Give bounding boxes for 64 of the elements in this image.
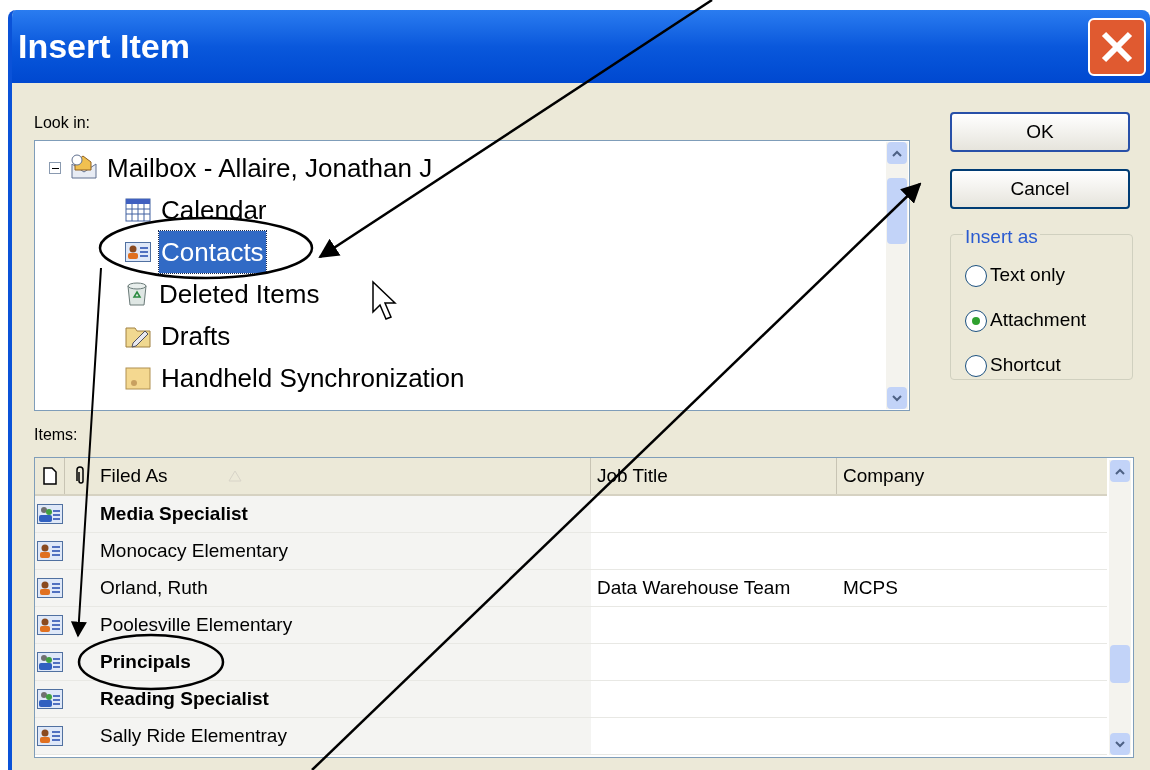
table-row[interactable]: Sally Ride Elementray bbox=[35, 718, 1107, 755]
group-card-icon bbox=[37, 504, 63, 524]
scroll-up-button[interactable] bbox=[887, 142, 907, 164]
dialog-button[interactable]: OK bbox=[950, 112, 1130, 152]
chevron-up-icon bbox=[1115, 467, 1125, 475]
table-cell-text: Poolesville Elementary bbox=[100, 612, 293, 637]
table-row[interactable]: Orland, Ruth Data Warehouse Team MCPS bbox=[35, 570, 1107, 607]
scroll-up-button[interactable] bbox=[1110, 460, 1130, 482]
radio-button[interactable] bbox=[965, 264, 987, 287]
table-cell-text: Media Specialist bbox=[100, 501, 248, 526]
table-cell-text: Principals bbox=[100, 649, 191, 674]
scroll-down-button[interactable] bbox=[887, 387, 907, 409]
document-icon bbox=[42, 467, 57, 485]
column-header[interactable]: Company bbox=[837, 458, 1107, 494]
table-cell-text: Reading Specialist bbox=[100, 686, 269, 711]
tree-item[interactable]: Drafts bbox=[159, 315, 233, 357]
contact-card-icon bbox=[37, 726, 63, 746]
radio-option[interactable]: Shortcut bbox=[965, 343, 1118, 388]
radio-option[interactable]: Attachment bbox=[965, 298, 1118, 343]
scroll-down-button[interactable] bbox=[1110, 733, 1130, 755]
trash-can-icon bbox=[125, 281, 149, 307]
close-button[interactable] bbox=[1088, 17, 1146, 76]
group-card-icon bbox=[37, 652, 63, 672]
chevron-down-icon bbox=[892, 394, 902, 402]
scroll-bar[interactable] bbox=[886, 142, 908, 409]
radio-option[interactable]: Text only bbox=[965, 253, 1118, 298]
items-label: Items: bbox=[34, 425, 79, 445]
table-row[interactable]: Principals bbox=[35, 644, 1107, 681]
contact-card-icon bbox=[37, 541, 63, 561]
radio-button[interactable] bbox=[965, 354, 987, 377]
tree-item[interactable]: Deleted Items bbox=[157, 273, 322, 315]
dialog-button[interactable]: Cancel bbox=[950, 169, 1130, 209]
tree-item[interactable]: Contacts bbox=[159, 231, 266, 273]
chevron-up-icon bbox=[892, 149, 902, 157]
folder-icon bbox=[125, 366, 151, 390]
calendar-icon bbox=[125, 198, 151, 222]
window-title: Insert Item bbox=[18, 26, 190, 67]
table-cell-text: Sally Ride Elementray bbox=[100, 723, 287, 748]
scroll-thumb[interactable] bbox=[887, 178, 907, 244]
table-cell-text: Monocacy Elementary bbox=[100, 538, 288, 563]
scroll-bar[interactable] bbox=[1109, 460, 1131, 755]
table-cell-text: Orland, Ruth bbox=[100, 575, 208, 600]
mouse-pointer-icon bbox=[371, 280, 397, 322]
contact-card-icon bbox=[37, 578, 63, 598]
group-card-icon bbox=[37, 689, 63, 709]
table-cell-text: MCPS bbox=[843, 575, 898, 600]
look-in-label: Look in: bbox=[34, 113, 92, 133]
table-cell-text: Data Warehouse Team bbox=[597, 575, 791, 600]
mailbox-icon bbox=[69, 154, 99, 182]
table-row[interactable]: Media Specialist bbox=[35, 496, 1107, 533]
table-row[interactable]: Reading Specialist bbox=[35, 681, 1107, 718]
contact-card-icon bbox=[37, 615, 63, 635]
folder-pencil-icon bbox=[125, 324, 151, 348]
table-row[interactable]: Monocacy Elementary bbox=[35, 533, 1107, 570]
radio-button[interactable] bbox=[965, 309, 987, 332]
table-row[interactable]: Poolesville Elementary bbox=[35, 607, 1107, 644]
scroll-thumb[interactable] bbox=[1110, 645, 1130, 683]
tree-item[interactable]: Mailbox - Allaire, Jonathan J bbox=[107, 147, 433, 189]
paperclip-icon bbox=[75, 466, 86, 486]
collapse-toggle[interactable] bbox=[49, 162, 61, 174]
chevron-down-icon bbox=[1115, 740, 1125, 748]
contact-card-icon bbox=[125, 242, 151, 262]
tree-item[interactable]: Handheld Synchronization bbox=[159, 357, 467, 399]
column-header[interactable]: Filed As bbox=[96, 458, 591, 494]
